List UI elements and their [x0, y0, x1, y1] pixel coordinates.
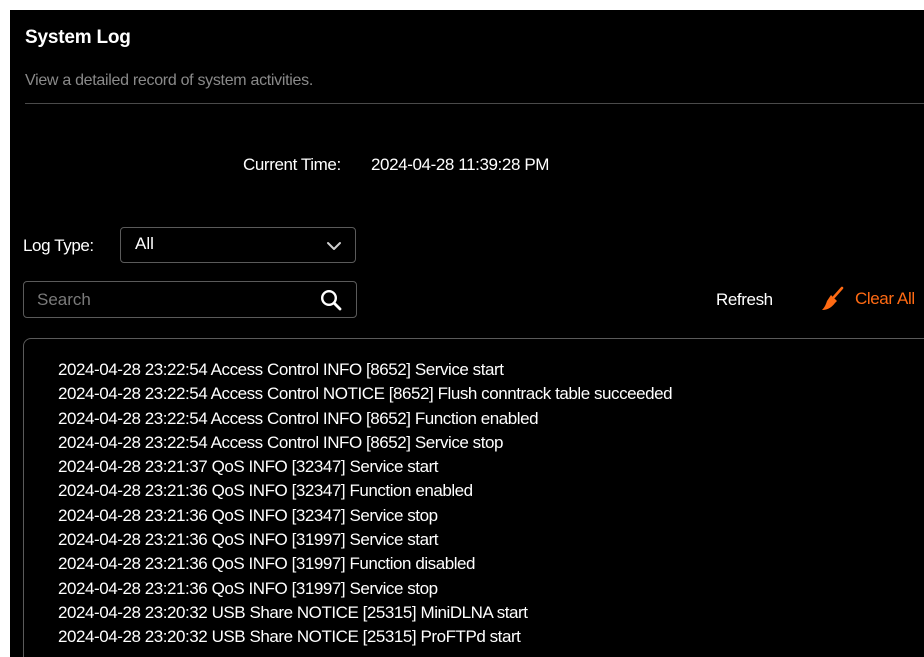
- log-list-box[interactable]: 2024-04-28 23:22:54 Access Control INFO …: [23, 338, 924, 657]
- system-log-panel: System Log View a detailed record of sys…: [10, 10, 924, 657]
- header-divider: [25, 103, 924, 104]
- log-entry: 2024-04-28 23:22:54 Access Control NOTIC…: [58, 384, 673, 404]
- refresh-button[interactable]: Refresh: [716, 290, 773, 310]
- log-entry: 2024-04-28 23:21:37 QoS INFO [32347] Ser…: [58, 457, 439, 477]
- current-time-label: Current Time:: [243, 155, 341, 174]
- log-entry: 2024-04-28 23:22:54 Access Control INFO …: [58, 432, 503, 452]
- log-entry: 2024-04-28 23:20:32 USB Share NOTICE [25…: [58, 627, 521, 647]
- search-box: [23, 281, 357, 318]
- log-entry: 2024-04-28 23:21:36 QoS INFO [31997] Ser…: [58, 530, 439, 550]
- log-entry: 2024-04-28 23:20:32 USB Share NOTICE [25…: [58, 602, 528, 622]
- search-input[interactable]: [24, 282, 304, 317]
- page-subtitle: View a detailed record of system activit…: [25, 72, 313, 89]
- broom-icon: [822, 286, 844, 310]
- chevron-down-icon: [327, 242, 341, 250]
- log-entry: 2024-04-28 23:21:36 QoS INFO [32347] Ser…: [58, 505, 438, 525]
- log-entry: 2024-04-28 23:21:36 QoS INFO [32347] Fun…: [58, 481, 473, 501]
- log-entry: 2024-04-28 23:21:36 QoS INFO [31997] Fun…: [58, 554, 476, 574]
- log-entry: 2024-04-28 23:22:54 Access Control INFO …: [58, 360, 504, 379]
- search-icon[interactable]: [320, 289, 342, 311]
- current-time-value: 2024-04-28 11:39:28 PM: [371, 155, 550, 174]
- log-type-select[interactable]: All: [120, 227, 356, 263]
- page-title: System Log: [25, 27, 131, 48]
- log-entry: 2024-04-28 23:21:36 QoS INFO [31997] Ser…: [58, 578, 438, 598]
- log-type-selected-value: All: [135, 234, 154, 253]
- log-type-label: Log Type:: [23, 236, 94, 255]
- log-entry: 2024-04-28 23:22:54 Access Control INFO …: [58, 408, 539, 428]
- log-list: 2024-04-28 23:22:54 Access Control INFO …: [58, 358, 673, 650]
- clear-all-label: Clear All: [855, 289, 915, 308]
